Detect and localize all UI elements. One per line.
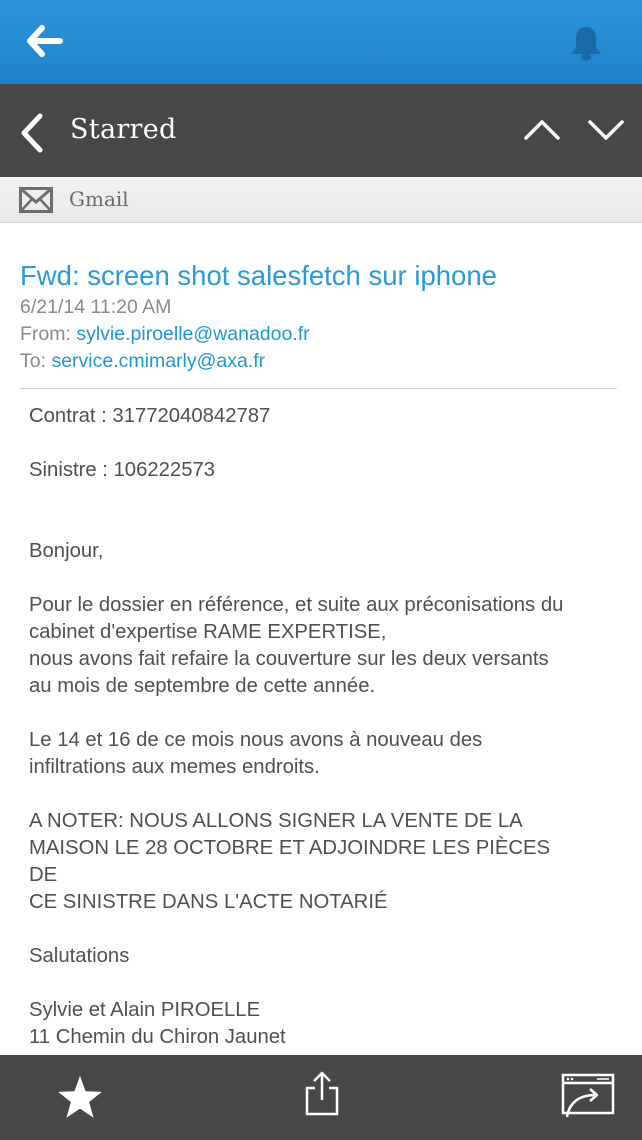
email-body-line: nous avons fait refaire la couverture su…: [29, 648, 549, 670]
email-body-line: [29, 970, 639, 997]
email-body-line: DE: [29, 864, 58, 886]
star-icon[interactable]: [56, 1074, 104, 1120]
share-icon[interactable]: [303, 1070, 341, 1118]
from-label: From:: [20, 323, 71, 345]
message-nav-bar: Starred: [0, 84, 642, 177]
email-date: 6/21/14 11:20 AM: [20, 296, 172, 318]
email-body-line: [29, 916, 639, 943]
email-body-line: [29, 511, 639, 538]
email-body-line: Sylvie et Alain PIROELLE: [29, 999, 261, 1021]
mail-source-bar: Gmail: [0, 177, 642, 223]
chevron-down-icon[interactable]: [586, 114, 626, 146]
email-body: Contrat : 31772040842787 Sinistre : 1062…: [29, 403, 639, 1055]
top-app-bar: [0, 0, 642, 84]
open-in-browser-icon[interactable]: [561, 1073, 615, 1119]
email-body-line: [29, 700, 639, 727]
bottom-toolbar: [0, 1055, 642, 1140]
nav-title: Starred: [70, 114, 177, 145]
email-body-line: [29, 565, 639, 592]
email-body-line: Pour le dossier en référence, et suite a…: [29, 594, 564, 616]
mail-envelope-icon: [19, 187, 53, 213]
email-subject: Fwd: screen shot salesfetch sur iphone: [20, 260, 497, 291]
chevron-up-icon[interactable]: [522, 114, 562, 146]
email-body-line: CE SINISTRE DANS L'ACTE NOTARIÉ: [29, 891, 388, 913]
email-body-line: Le 14 et 16 de ce mois nous avons à nouv…: [29, 729, 483, 751]
email-body-line: infiltrations aux memes endroits.: [29, 756, 320, 778]
email-body-line: Sinistre : 106222573: [29, 459, 216, 481]
email-body-line: 11 Chemin du Chiron Jaunet: [29, 1026, 286, 1048]
email-body-line: [29, 430, 639, 457]
email-to-row: To: service.cmimarly@axa.fr: [20, 348, 620, 375]
email-body-line: MAISON LE 28 OCTOBRE ET ADJOINDRE LES PI…: [29, 837, 551, 859]
email-body-line: Bonjour,: [29, 540, 104, 562]
email-body-line: [29, 781, 639, 808]
chevron-left-icon[interactable]: [14, 112, 50, 154]
bell-icon[interactable]: [566, 24, 606, 62]
email-body-line: au mois de septembre de cette année.: [29, 675, 376, 697]
email-body-line: Contrat : 31772040842787: [29, 405, 271, 427]
email-body-line: cabinet d'expertise RAME EXPERTISE,: [29, 621, 387, 643]
to-label: To:: [20, 350, 47, 372]
email-body-line: A NOTER: NOUS ALLONS SIGNER LA VENTE DE …: [29, 810, 523, 832]
back-arrow-icon[interactable]: [24, 24, 64, 58]
header-divider: [20, 388, 617, 389]
recipient-link[interactable]: service.cmimarly@axa.fr: [51, 350, 265, 372]
sender-link[interactable]: sylvie.piroelle@wanadoo.fr: [76, 323, 309, 345]
email-from-row: From: sylvie.piroelle@wanadoo.fr: [20, 321, 620, 348]
email-body-line: [29, 484, 639, 511]
source-label: Gmail: [69, 187, 129, 211]
email-body-line: Salutations: [29, 945, 130, 967]
email-header: Fwd: screen shot salesfetch sur iphone 6…: [20, 258, 620, 375]
